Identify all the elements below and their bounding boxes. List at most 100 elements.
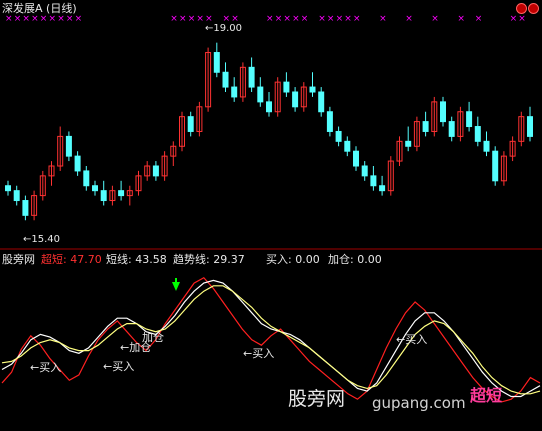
candle-body	[483, 140, 490, 152]
signal-mark: ×	[327, 14, 335, 24]
signal-mark: ×	[431, 14, 439, 24]
buy-readout: 买入: 0.00	[266, 253, 320, 266]
signal-mark: ×	[188, 14, 196, 24]
trend-label: 趋势线:	[173, 253, 210, 266]
max-price-marker: ←19.00	[205, 23, 243, 34]
minimize-icon[interactable]	[516, 3, 527, 14]
candle-body	[22, 200, 29, 216]
signal-mark: ×	[353, 14, 361, 24]
candle-body	[318, 91, 325, 113]
short-value: 43.58	[135, 253, 167, 266]
candle-body	[335, 130, 342, 142]
signal-mark: ×	[518, 14, 526, 24]
add-position-annotation: 加仓	[142, 331, 164, 344]
candle-body	[344, 140, 351, 152]
candle-body	[5, 185, 11, 192]
candle-body	[92, 185, 98, 192]
chart-title: 深发展A (日线)	[2, 2, 77, 15]
trend-readout: 趋势线: 29.37	[173, 253, 245, 266]
candle-body	[361, 165, 368, 177]
super-short-readout: 超短: 47.70	[41, 253, 102, 266]
signal-mark: ×	[66, 14, 74, 24]
candle-body	[492, 150, 499, 182]
add-readout: 加仓: 0.00	[328, 253, 382, 266]
candle-body	[118, 190, 125, 197]
buy-value: 0.00	[295, 253, 320, 266]
candlestick-series	[5, 42, 533, 221]
signal-mark: ×	[318, 14, 326, 24]
close-icon[interactable]	[528, 3, 539, 14]
signal-mark: ×	[266, 14, 274, 24]
chart-canvas[interactable]: × × × × × × × × × × × × × × × × × × × × × × × × × × × × × × × × ×	[0, 0, 542, 427]
signal-mark: ×	[170, 14, 178, 24]
super-short-label: 超短:	[41, 253, 67, 266]
candle-body	[309, 86, 316, 93]
watermark-domain: gupang.com	[372, 394, 466, 412]
signal-mark: ×	[379, 14, 387, 24]
candle-body	[187, 116, 194, 132]
candle-body	[379, 185, 386, 192]
candle-body	[440, 101, 446, 123]
signal-mark: ×	[14, 14, 22, 24]
chart-window: × × × × × × × × × × × × × × × × × × × × × × × × × × × × × × × × × 深发展A (…	[0, 0, 542, 427]
candle-body	[100, 190, 107, 202]
signal-arrow-icon	[172, 278, 180, 291]
indicator-lines	[1, 276, 541, 403]
signal-mark: ×	[475, 14, 483, 24]
signal-mark: ×	[179, 14, 187, 24]
signal-mark: ×	[75, 14, 83, 24]
candle-body	[422, 121, 429, 132]
signal-mark: ×	[57, 14, 65, 24]
min-price-label: 15.40	[31, 234, 61, 245]
candle-body	[83, 170, 90, 187]
candle-body	[213, 52, 220, 73]
buy-annotation: ←买入	[103, 360, 135, 373]
candle-body	[527, 116, 533, 137]
max-price-label: 19.00	[213, 23, 243, 34]
candle-body	[248, 66, 255, 88]
signal-mark: ×	[5, 14, 13, 24]
candle-body	[370, 175, 377, 187]
candle-body	[448, 121, 455, 137]
buy-annotation: ←买入	[30, 361, 62, 374]
candle-body	[74, 155, 81, 172]
candle-body	[13, 190, 20, 202]
min-price-marker: ←15.40	[23, 234, 61, 245]
short-readout: 短线: 43.58	[106, 253, 167, 266]
buy-label: 买入:	[266, 253, 292, 266]
signal-mark: ×	[31, 14, 39, 24]
signal-marks: × × × × × × × × × × × × × × × × × × × × × × × × × × × × × × × × ×	[5, 14, 526, 24]
signal-mark: ×	[336, 14, 344, 24]
signal-mark: ×	[292, 14, 300, 24]
candle-body	[353, 150, 359, 167]
buy-annotation: ←买入	[243, 347, 275, 360]
signal-mark: ×	[301, 14, 309, 24]
signal-mark: ×	[457, 14, 465, 24]
candle-body	[405, 140, 412, 147]
candle-body	[222, 71, 229, 88]
signal-mark: ×	[49, 14, 57, 24]
signal-mark: ×	[510, 14, 518, 24]
signal-mark: ×	[22, 14, 30, 24]
candle-body	[257, 86, 264, 103]
trend-value: 29.37	[213, 253, 245, 266]
super-short-value: 47.70	[70, 253, 102, 266]
candle-body	[152, 165, 159, 177]
signal-mark: ×	[405, 14, 413, 24]
watermark-site-name: 股旁网	[288, 388, 346, 410]
signal-mark: ×	[196, 14, 204, 24]
candle-body	[266, 101, 272, 113]
signal-mark: ×	[275, 14, 283, 24]
short-label: 短线:	[106, 253, 132, 266]
add-label: 加仓:	[328, 253, 354, 266]
candle-body	[326, 111, 333, 132]
candle-body	[292, 91, 299, 108]
buy-annotation: ←买入	[396, 333, 428, 346]
signal-mark: ×	[344, 14, 352, 24]
candle-body	[466, 111, 473, 128]
candle-body	[65, 135, 72, 157]
candle-body	[231, 86, 238, 98]
add-value: 0.00	[357, 253, 382, 266]
signal-mark: ×	[40, 14, 48, 24]
candle-body	[474, 126, 481, 142]
